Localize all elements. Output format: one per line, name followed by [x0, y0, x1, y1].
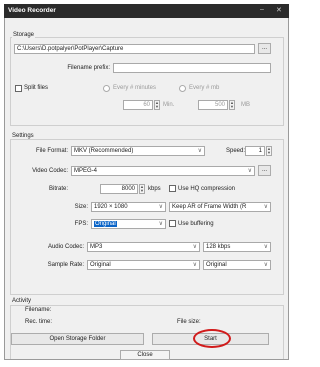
- chevron-down-icon: ∨: [158, 204, 163, 210]
- file-format-select[interactable]: MKV (Recommended) ∨: [71, 146, 205, 156]
- sample-rate-label: Sample Rate:: [47, 262, 84, 268]
- audio-bitrate-select[interactable]: 128 kbps ∨: [203, 242, 271, 252]
- split-files-checkbox[interactable]: [15, 85, 22, 92]
- chevron-down-icon: ∨: [192, 244, 197, 250]
- video-codec-settings-button[interactable]: ...: [258, 165, 271, 176]
- buffering-label: Use buffering: [178, 221, 214, 227]
- open-storage-folder-button[interactable]: Open Storage Folder: [11, 333, 144, 345]
- sample-rate-select[interactable]: Original ∨: [87, 260, 200, 270]
- channels-select[interactable]: Original ∨: [203, 260, 271, 270]
- storage-group-label: Storage: [12, 32, 36, 38]
- window-title: Video Recorder: [8, 7, 56, 14]
- every-minutes-radio[interactable]: [103, 85, 110, 92]
- audio-codec-value: MP3: [90, 244, 103, 250]
- chevron-down-icon: ∨: [247, 168, 252, 174]
- minimize-button[interactable]: –: [260, 6, 264, 13]
- minutes-unit: Min.: [163, 102, 175, 108]
- aspect-ratio-select[interactable]: Keep AR of Frame Width (R ∨: [169, 202, 271, 212]
- minutes-spinner[interactable]: ▲ ▼: [154, 100, 160, 110]
- fps-value: Original: [94, 221, 117, 227]
- settings-group-label: Settings: [11, 133, 35, 139]
- sample-rate-value: Original: [90, 262, 111, 268]
- every-minutes-label: Every # minutes: [113, 85, 157, 91]
- settings-group: [10, 139, 284, 295]
- title-bar: Video Recorder – ✕: [4, 4, 289, 18]
- filename-prefix-input[interactable]: [113, 63, 271, 73]
- speed-label: Speed:: [226, 148, 246, 154]
- aspect-ratio-value: Keep AR of Frame Width (R: [172, 204, 247, 210]
- chevron-down-icon: ∨: [263, 204, 268, 210]
- bitrate-unit: kbps: [148, 186, 161, 192]
- channels-value: Original: [206, 262, 227, 268]
- close-icon[interactable]: ✕: [276, 6, 282, 14]
- video-codec-value: MPEG-4: [74, 168, 98, 174]
- rec-time-label: Rec. time:: [25, 319, 53, 325]
- bitrate-label: Bitrate:: [48, 186, 68, 192]
- audio-codec-select[interactable]: MP3 ∨: [87, 242, 200, 252]
- file-format-label: File Format:: [35, 148, 68, 154]
- size-select[interactable]: 1920 × 1080 ∨: [91, 202, 166, 212]
- hq-compression-checkbox[interactable]: [169, 185, 176, 192]
- browse-button[interactable]: ...: [258, 43, 271, 54]
- dialog-body: Storage C:\Users\D.potpalyer\PotPlayer\C…: [4, 18, 289, 360]
- minutes-input[interactable]: 60: [123, 100, 153, 110]
- file-format-value: MKV (Recommended): [74, 148, 134, 154]
- split-files-label: Split files: [24, 85, 49, 91]
- activity-group-label: Activity: [11, 298, 33, 304]
- fps-select[interactable]: Original ∨: [91, 219, 166, 229]
- every-mb-radio[interactable]: [179, 85, 186, 92]
- speed-spinner[interactable]: ▲ ▼: [266, 146, 272, 156]
- mb-spinner[interactable]: ▲ ▼: [229, 100, 235, 110]
- chevron-down-icon: ∨: [158, 221, 163, 227]
- close-button[interactable]: Close: [120, 350, 170, 360]
- audio-bitrate-value: 128 kbps: [206, 244, 231, 250]
- bitrate-input[interactable]: 8000: [100, 184, 138, 194]
- filename-prefix-label: Filename prefix:: [67, 65, 110, 71]
- file-size-label: File size:: [177, 319, 201, 325]
- video-codec-select[interactable]: MPEG-4 ∨: [71, 166, 255, 176]
- every-mb-label: Every # mb: [189, 85, 220, 91]
- hq-compression-label: Use HQ compression: [178, 186, 236, 192]
- chevron-down-icon: ∨: [197, 148, 202, 154]
- chevron-down-icon: ∨: [263, 244, 268, 250]
- size-label: Size:: [74, 204, 88, 210]
- audio-codec-label: Audio Codec:: [47, 244, 84, 250]
- annotation-circle: [193, 329, 231, 348]
- filename-label: Filename:: [25, 307, 52, 313]
- mb-unit: MB: [241, 102, 250, 108]
- chevron-down-icon: ∨: [192, 262, 197, 268]
- fps-label: FPS:: [74, 221, 88, 227]
- buffering-checkbox[interactable]: [169, 220, 176, 227]
- mb-input[interactable]: 500: [198, 100, 228, 110]
- speed-input[interactable]: 1: [245, 146, 265, 156]
- chevron-down-icon: ∨: [263, 262, 268, 268]
- size-value: 1920 × 1080: [94, 204, 128, 210]
- video-codec-label: Video Codec:: [32, 168, 68, 174]
- storage-path-field[interactable]: C:\Users\D.potpalyer\PotPlayer\Capture: [14, 44, 255, 54]
- bitrate-spinner[interactable]: ▲ ▼: [139, 184, 145, 194]
